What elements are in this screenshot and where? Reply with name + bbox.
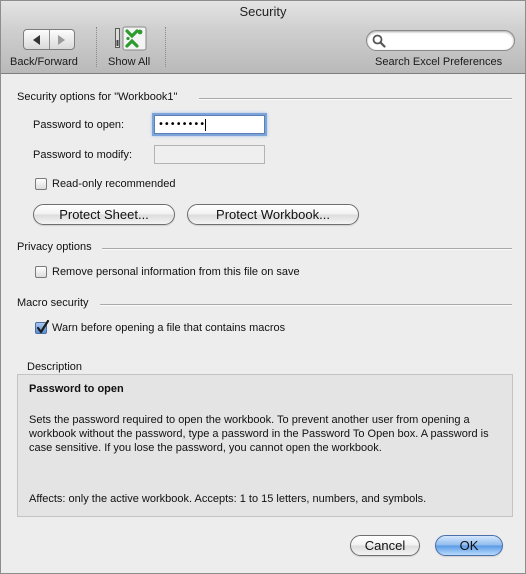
password-modify-label: Password to modify: xyxy=(33,149,133,161)
warn-macros-label: Warn before opening a file that contains… xyxy=(52,322,286,334)
toolbar-separator xyxy=(165,27,166,67)
description-panel: Password to open Sets the password requi… xyxy=(17,374,513,517)
password-modify-field xyxy=(154,145,265,164)
password-open-label: Password to open: xyxy=(33,119,125,131)
privacy-options-heading: Privacy options xyxy=(17,241,92,253)
back-arrow-icon xyxy=(32,34,40,45)
text-caret xyxy=(205,119,206,131)
group-divider xyxy=(199,98,512,100)
search-label: Search Excel Preferences xyxy=(375,56,503,68)
preferences-window: Security Back/Forward Show All Search Ex… xyxy=(0,0,526,574)
remove-info-checkbox[interactable] xyxy=(35,266,47,278)
password-modify-input[interactable] xyxy=(155,146,264,163)
warn-macros-checkbox[interactable] xyxy=(35,320,50,334)
checkmark-icon xyxy=(36,320,50,334)
cancel-button[interactable]: Cancel xyxy=(350,535,420,556)
show-all-icon xyxy=(115,26,147,51)
description-body: Sets the password required to open the w… xyxy=(29,414,489,454)
search-field xyxy=(366,30,515,51)
password-open-field xyxy=(154,115,265,134)
back-forward-label: Back/Forward xyxy=(10,56,78,68)
toolbar: Security Back/Forward Show All Search Ex… xyxy=(1,1,525,74)
readonly-label: Read-only recommended xyxy=(52,178,176,190)
password-open-input[interactable] xyxy=(155,116,264,133)
back-forward-control xyxy=(23,29,75,50)
protect-sheet-button[interactable]: Protect Sheet... xyxy=(33,204,175,225)
readonly-checkbox[interactable] xyxy=(35,178,47,190)
magnifier-icon xyxy=(372,34,386,48)
back-button[interactable] xyxy=(24,30,49,49)
ok-button[interactable]: OK xyxy=(435,535,503,556)
toolbar-separator xyxy=(96,27,97,67)
remove-info-label: Remove personal information from this fi… xyxy=(52,266,300,278)
search-input[interactable] xyxy=(389,33,507,48)
macro-security-heading: Macro security xyxy=(17,297,89,309)
window-title: Security xyxy=(239,4,287,19)
group-divider xyxy=(102,248,512,250)
description-heading: Description xyxy=(27,361,83,373)
show-all-label: Show All xyxy=(108,56,151,68)
forward-arrow-icon xyxy=(58,34,66,45)
forward-button[interactable] xyxy=(48,30,75,49)
description-affects: Affects: only the active workbook. Accep… xyxy=(29,493,427,505)
security-options-heading: Security options for "Workbook1" xyxy=(17,91,178,103)
show-all-button[interactable] xyxy=(114,26,148,52)
description-title: Password to open xyxy=(29,383,124,395)
group-divider xyxy=(100,304,512,306)
protect-workbook-button[interactable]: Protect Workbook... xyxy=(187,204,359,225)
